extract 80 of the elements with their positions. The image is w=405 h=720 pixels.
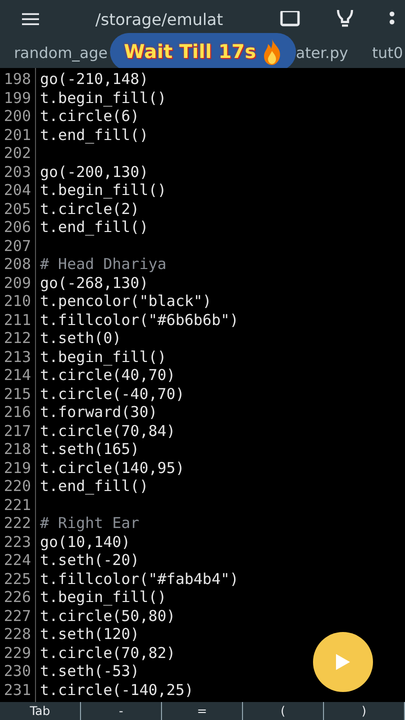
code-line: t.begin_fill() bbox=[40, 348, 166, 366]
code-comment: # Head Dhariya bbox=[40, 255, 166, 274]
line-number: 219 bbox=[2, 458, 32, 477]
code-line: t.circle(6) bbox=[40, 107, 140, 126]
code-line: t.end_fill() bbox=[40, 477, 148, 496]
line-number: 209 bbox=[2, 274, 32, 292]
code-line: t.seth(0) bbox=[40, 329, 122, 348]
line-number: 213 bbox=[2, 348, 32, 366]
file-tab[interactable]: random_age bbox=[14, 44, 108, 62]
code-line: t.circle(70,82) bbox=[40, 644, 176, 662]
keyboard-key[interactable]: = bbox=[162, 702, 243, 720]
code-line: t.fillcolor("#fab4b4") bbox=[40, 570, 239, 588]
code-line: t.begin_fill() bbox=[40, 588, 166, 606]
keyboard-key[interactable]: Tab bbox=[0, 702, 81, 720]
line-number: 204 bbox=[2, 181, 32, 200]
line-number: 228 bbox=[2, 625, 32, 644]
code-line: t.end_fill() bbox=[40, 218, 148, 236]
line-number: 231 bbox=[2, 680, 32, 699]
more-icon[interactable] bbox=[389, 11, 395, 27]
code-line: t.seth(-20) bbox=[40, 551, 140, 570]
code-line: t.circle(-140,25) bbox=[40, 680, 194, 699]
code-line: go(-210,148) bbox=[40, 70, 148, 88]
line-number: 220 bbox=[2, 477, 32, 496]
line-number: 199 bbox=[2, 88, 32, 107]
line-number: 208 bbox=[2, 255, 32, 274]
code-line: t.seth(165) bbox=[40, 440, 140, 458]
code-line: go(-200,130) bbox=[40, 162, 148, 181]
keyboard-key[interactable]: ( bbox=[243, 702, 324, 720]
line-number: 216 bbox=[2, 403, 32, 422]
code-line: t.fillcolor("#6b6b6b") bbox=[40, 310, 239, 329]
code-line: t.circle(40,70) bbox=[40, 366, 176, 384]
code-line: t.circle(2) bbox=[40, 200, 140, 218]
line-number: 201 bbox=[2, 126, 32, 144]
code-line: t.pencolor("black") bbox=[40, 292, 212, 310]
flame-icon bbox=[262, 39, 282, 65]
line-number: 214 bbox=[2, 366, 32, 384]
code-line: t.circle(140,95) bbox=[40, 458, 184, 477]
line-number: 226 bbox=[2, 588, 32, 606]
code-line: t.circle(70,84) bbox=[40, 422, 176, 440]
code-line: t.end_fill() bbox=[40, 126, 148, 144]
code-line: t.circle(50,80) bbox=[40, 606, 176, 625]
code-line: go(10,140) bbox=[40, 532, 130, 551]
file-path: /storage/emulat bbox=[95, 10, 223, 28]
line-number: 229 bbox=[2, 644, 32, 662]
line-number: 223 bbox=[2, 532, 32, 551]
file-tab[interactable]: tut0 bbox=[372, 44, 403, 62]
code-line: t.begin_fill() bbox=[40, 181, 166, 200]
code-line: go(-268,130) bbox=[40, 274, 148, 292]
line-number: 200 bbox=[2, 107, 32, 126]
menu-icon[interactable] bbox=[22, 10, 40, 28]
line-number: 198 bbox=[2, 70, 32, 88]
play-icon bbox=[336, 654, 350, 670]
line-number: 202 bbox=[2, 144, 32, 162]
line-number: 221 bbox=[2, 496, 32, 514]
line-number: 225 bbox=[2, 570, 32, 588]
line-number: 212 bbox=[2, 329, 32, 348]
code-line: t.forward(30) bbox=[40, 403, 158, 422]
line-number: 211 bbox=[2, 310, 32, 329]
line-number: 207 bbox=[2, 236, 32, 255]
line-number: 227 bbox=[2, 606, 32, 625]
code-line: t.seth(-53) bbox=[40, 662, 140, 680]
line-number: 230 bbox=[2, 662, 32, 680]
keyboard-key[interactable]: ) bbox=[324, 702, 405, 720]
line-number: 206 bbox=[2, 218, 32, 236]
line-number: 210 bbox=[2, 292, 32, 310]
keyboard-key[interactable]: - bbox=[81, 702, 162, 720]
line-number: 205 bbox=[2, 200, 32, 218]
code-comment: # Right Ear bbox=[40, 514, 140, 532]
code-line: t.circle(-40,70) bbox=[40, 384, 184, 403]
line-number: 217 bbox=[2, 422, 32, 440]
code-line: t.seth(120) bbox=[40, 625, 140, 644]
code-line: t.begin_fill() bbox=[40, 88, 166, 107]
overlay-text: Wait Till 17s bbox=[124, 41, 256, 63]
line-number: 215 bbox=[2, 384, 32, 403]
file-tab[interactable]: ater.py bbox=[296, 44, 348, 62]
line-number: 203 bbox=[2, 162, 32, 181]
line-number: 222 bbox=[2, 514, 32, 532]
lightbulb-icon[interactable] bbox=[335, 10, 355, 28]
line-number: 218 bbox=[2, 440, 32, 458]
line-number: 224 bbox=[2, 551, 32, 570]
